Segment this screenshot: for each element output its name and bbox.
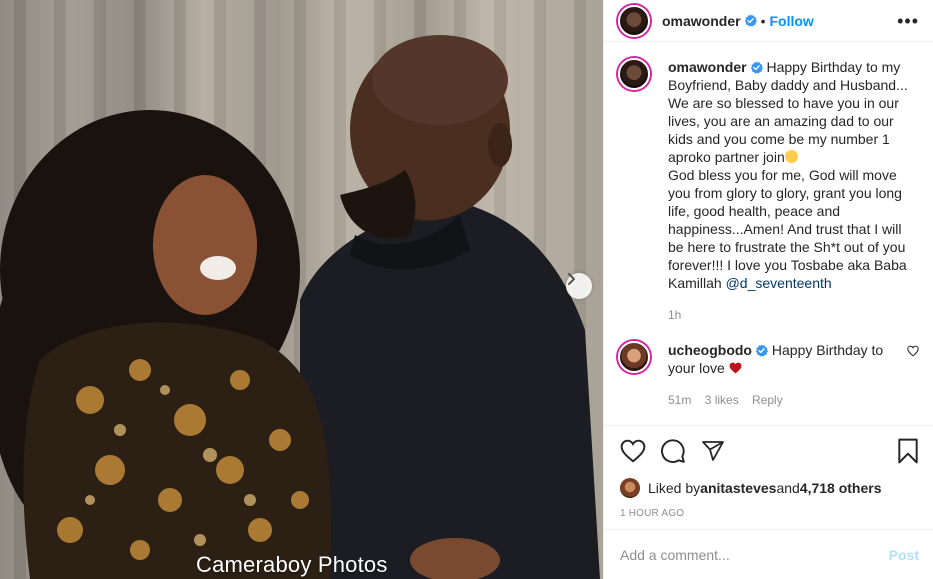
save-button[interactable]: [897, 438, 919, 464]
author-username[interactable]: omawonder: [662, 13, 741, 29]
comment-timestamp[interactable]: 51m: [668, 393, 691, 407]
post-timestamp[interactable]: 1 HOUR AGO: [604, 501, 933, 529]
caption-text-part-2: God bless you for me, God will move you …: [668, 167, 907, 291]
more-options-icon[interactable]: •••: [897, 12, 919, 30]
next-photo-button[interactable]: [566, 273, 592, 299]
caption-mention-link[interactable]: @d_seventeenth: [726, 275, 832, 291]
post-header: omawonder • Follow •••: [604, 0, 933, 42]
instagram-post: Cameraboy Photos omawonder • Follow ••• …: [0, 0, 933, 579]
author-avatar[interactable]: [618, 4, 650, 37]
photo-watermark: Cameraboy Photos: [196, 552, 388, 577]
liker-username[interactable]: anitasteves: [700, 480, 776, 496]
post-comment-button[interactable]: Post: [889, 547, 919, 563]
post-actions-bar: [604, 425, 933, 475]
add-comment-bar: Post: [604, 529, 933, 579]
like-button[interactable]: [620, 439, 646, 463]
heart-icon: [620, 439, 646, 463]
likes-count[interactable]: 4,718 others: [800, 480, 882, 496]
comment-reply-button[interactable]: Reply: [752, 393, 783, 407]
likes-summary: Liked by anitasteves and 4,718 others: [604, 475, 933, 501]
post-photo[interactable]: Cameraboy Photos: [0, 0, 603, 579]
commenter-username[interactable]: ucheogbodo: [668, 342, 752, 358]
follow-button[interactable]: Follow: [769, 13, 813, 29]
likes-prefix: Liked by: [648, 480, 701, 496]
small-heart-icon[interactable]: [907, 345, 919, 357]
comment-meta: 51m 3 likes Reply: [668, 391, 901, 409]
header-separator: •: [760, 12, 766, 29]
comments-section[interactable]: omawonder Happy Birthday to my Boyfriend…: [604, 42, 933, 425]
caption-username[interactable]: omawonder: [668, 59, 747, 75]
caption-timestamp[interactable]: 1h: [668, 308, 681, 322]
comment-button[interactable]: [660, 438, 686, 464]
emoji-icon: [784, 150, 798, 163]
red-heart-emoji-icon: [729, 362, 742, 374]
couple-illustration: [0, 35, 600, 579]
comment-item: ucheogbodo Happy Birthday to your love 5…: [618, 341, 919, 409]
share-icon: [702, 440, 724, 461]
comment-input[interactable]: [620, 546, 889, 563]
caption: omawonder Happy Birthday to my Boyfriend…: [618, 58, 919, 324]
chevron-right-icon: [568, 273, 575, 285]
verified-badge-icon: [750, 61, 763, 74]
share-button[interactable]: [700, 439, 726, 463]
likes-middle: and: [776, 480, 800, 496]
comment-likes-count[interactable]: 3 likes: [705, 393, 739, 407]
verified-badge-icon: [744, 14, 757, 27]
commenter-avatar[interactable]: [618, 341, 650, 373]
liker-avatar[interactable]: [620, 478, 640, 498]
caption-avatar[interactable]: [618, 58, 650, 90]
caption-meta: 1h: [668, 306, 919, 324]
post-side-panel: omawonder • Follow ••• omawonder Happy B…: [603, 0, 933, 579]
comment-icon: [661, 438, 685, 463]
verified-badge-icon: [755, 344, 768, 357]
bookmark-icon: [898, 438, 918, 463]
